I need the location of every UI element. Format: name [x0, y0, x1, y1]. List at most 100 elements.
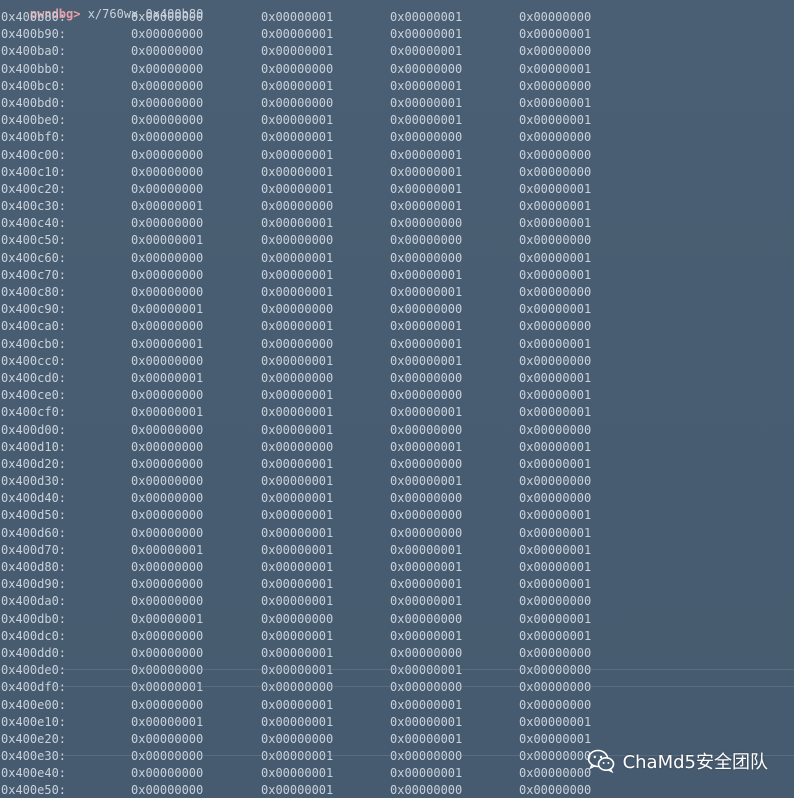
- memory-address: 0x400bd0:: [1, 95, 67, 110]
- memory-word: 0x00000000: [131, 525, 204, 540]
- memory-word: 0x00000001: [519, 508, 592, 523]
- memory-word: 0x00000001: [519, 250, 592, 265]
- memory-word: 0x00000001: [519, 611, 592, 626]
- memory-row: 0x400b90: 0x00000000 0x00000001 0x00000001 0…: [0, 26, 794, 43]
- memory-address: 0x400dd0:: [1, 645, 67, 660]
- memory-row: 0x400cf0: 0x00000001 0x00000001 0x00000001 0…: [0, 404, 794, 421]
- memory-address: 0x400cf0:: [1, 405, 67, 420]
- memory-word: 0x00000001: [390, 697, 463, 712]
- memory-word: 0x00000001: [519, 542, 592, 557]
- memory-row: 0x400e20: 0x00000000 0x00000000 0x00000001 0…: [0, 731, 794, 748]
- memory-row: 0x400b80: 0x00000000 0x00000001 0x00000001 0…: [0, 9, 794, 26]
- memory-word: 0x00000000: [131, 508, 204, 523]
- memory-word: 0x00000001: [261, 319, 334, 334]
- memory-word: 0x00000000: [131, 388, 204, 403]
- memory-word: 0x00000000: [519, 319, 592, 334]
- memory-word: 0x00000000: [390, 422, 463, 437]
- memory-word: 0x00000000: [131, 10, 204, 24]
- scan-artifact: [0, 686, 794, 687]
- memory-word: 0x00000000: [131, 353, 204, 368]
- memory-word: 0x00000000: [261, 233, 334, 248]
- memory-word: 0x00000001: [390, 164, 463, 179]
- memory-word: 0x00000001: [390, 27, 463, 42]
- memory-address: 0x400c60:: [1, 250, 67, 265]
- memory-address: 0x400e00:: [1, 697, 67, 712]
- memory-address: 0x400c70:: [1, 267, 67, 282]
- memory-word: 0x00000000: [261, 731, 334, 746]
- memory-word: 0x00000000: [131, 216, 204, 231]
- memory-address: 0x400d70:: [1, 542, 67, 557]
- memory-word: 0x00000000: [261, 336, 334, 351]
- memory-word: 0x00000001: [390, 78, 463, 93]
- memory-word: 0x00000001: [390, 285, 463, 299]
- memory-row: 0x400c20: 0x00000000 0x00000001 0x00000001 0…: [0, 181, 794, 198]
- memory-word: 0x00000001: [261, 405, 334, 420]
- memory-row: 0x400dd0: 0x00000000 0x00000001 0x00000000 0…: [0, 645, 794, 662]
- memory-row: 0x400d20: 0x00000000 0x00000001 0x00000000 0…: [0, 456, 794, 473]
- memory-word: 0x00000000: [519, 130, 592, 145]
- memory-word: 0x00000000: [390, 233, 463, 248]
- memory-word: 0x00000001: [261, 216, 334, 231]
- memory-address: 0x400ba0:: [1, 44, 67, 59]
- memory-word: 0x00000000: [519, 697, 592, 712]
- memory-word: 0x00000000: [390, 508, 463, 523]
- memory-word: 0x00000000: [131, 645, 204, 660]
- memory-word: 0x00000001: [261, 267, 334, 282]
- memory-row: 0x400c30: 0x00000001 0x00000000 0x00000001 0…: [0, 198, 794, 215]
- memory-word: 0x00000000: [131, 783, 204, 798]
- memory-word: 0x00000001: [261, 422, 334, 437]
- memory-address: 0x400df0:: [1, 680, 67, 695]
- memory-row: 0x400d30: 0x00000000 0x00000001 0x00000001 0…: [0, 473, 794, 490]
- memory-word: 0x00000000: [390, 749, 463, 764]
- memory-word: 0x00000000: [390, 680, 463, 695]
- memory-word: 0x00000001: [519, 199, 592, 214]
- memory-word: 0x00000000: [519, 233, 592, 248]
- memory-row: 0x400c60: 0x00000000 0x00000001 0x00000000 0…: [0, 250, 794, 267]
- memory-address: 0x400d30:: [1, 474, 67, 489]
- memory-word: 0x00000000: [390, 388, 463, 403]
- terminal-window[interactable]: pwndbg> x/760wx 0x400b80 0x400b80: 0x0000…: [0, 0, 794, 798]
- memory-row: 0x400cd0: 0x00000001 0x00000000 0x00000000 0…: [0, 370, 794, 387]
- memory-address: 0x400bf0:: [1, 130, 67, 145]
- memory-word: 0x00000001: [261, 542, 334, 557]
- memory-address: 0x400d20:: [1, 456, 67, 471]
- memory-word: 0x00000000: [390, 491, 463, 506]
- memory-word: 0x00000001: [131, 542, 204, 557]
- memory-word: 0x00000001: [519, 27, 592, 42]
- memory-word: 0x00000000: [519, 285, 592, 299]
- memory-row: 0x400be0: 0x00000000 0x00000001 0x00000001 0…: [0, 112, 794, 129]
- memory-row: 0x400e50: 0x00000000 0x00000001 0x00000000 0…: [0, 782, 794, 798]
- memory-word: 0x00000001: [519, 628, 592, 643]
- memory-word: 0x00000001: [519, 714, 592, 729]
- watermark-text: ChaMd5安全团队: [622, 752, 768, 773]
- memory-word: 0x00000000: [390, 611, 463, 626]
- prompt-line: pwndbg> x/760wx 0x400b80: [1, 0, 203, 21]
- memory-word: 0x00000000: [390, 61, 463, 76]
- memory-word: 0x00000000: [261, 680, 334, 695]
- memory-address: 0x400c00:: [1, 147, 67, 162]
- memory-row: 0x400ce0: 0x00000000 0x00000001 0x00000000 0…: [0, 387, 794, 404]
- memory-word: 0x00000001: [261, 10, 334, 24]
- memory-word: 0x00000001: [131, 302, 204, 317]
- memory-address: 0x400c20:: [1, 181, 67, 196]
- memory-word: 0x00000000: [131, 250, 204, 265]
- memory-address: 0x400dc0:: [1, 628, 67, 643]
- memory-address: 0x400c10:: [1, 164, 67, 179]
- memory-word: 0x00000000: [519, 766, 592, 781]
- memory-word: 0x00000001: [261, 783, 334, 798]
- memory-word: 0x00000000: [131, 61, 204, 76]
- memory-word: 0x00000001: [390, 336, 463, 351]
- memory-word: 0x00000000: [131, 147, 204, 162]
- memory-address: 0x400e40:: [1, 766, 67, 781]
- memory-address: 0x400bc0:: [1, 78, 67, 93]
- memory-word: 0x00000000: [131, 731, 204, 746]
- memory-word: 0x00000000: [519, 783, 592, 798]
- memory-address: 0x400de0:: [1, 663, 67, 678]
- memory-word: 0x00000001: [519, 370, 592, 385]
- memory-word: 0x00000000: [131, 267, 204, 282]
- memory-row: 0x400ca0: 0x00000000 0x00000001 0x00000001 0…: [0, 318, 794, 335]
- memory-word: 0x00000001: [261, 766, 334, 781]
- memory-address: 0x400d50:: [1, 508, 67, 523]
- memory-word: 0x00000000: [519, 680, 592, 695]
- memory-word: 0x00000001: [131, 680, 204, 695]
